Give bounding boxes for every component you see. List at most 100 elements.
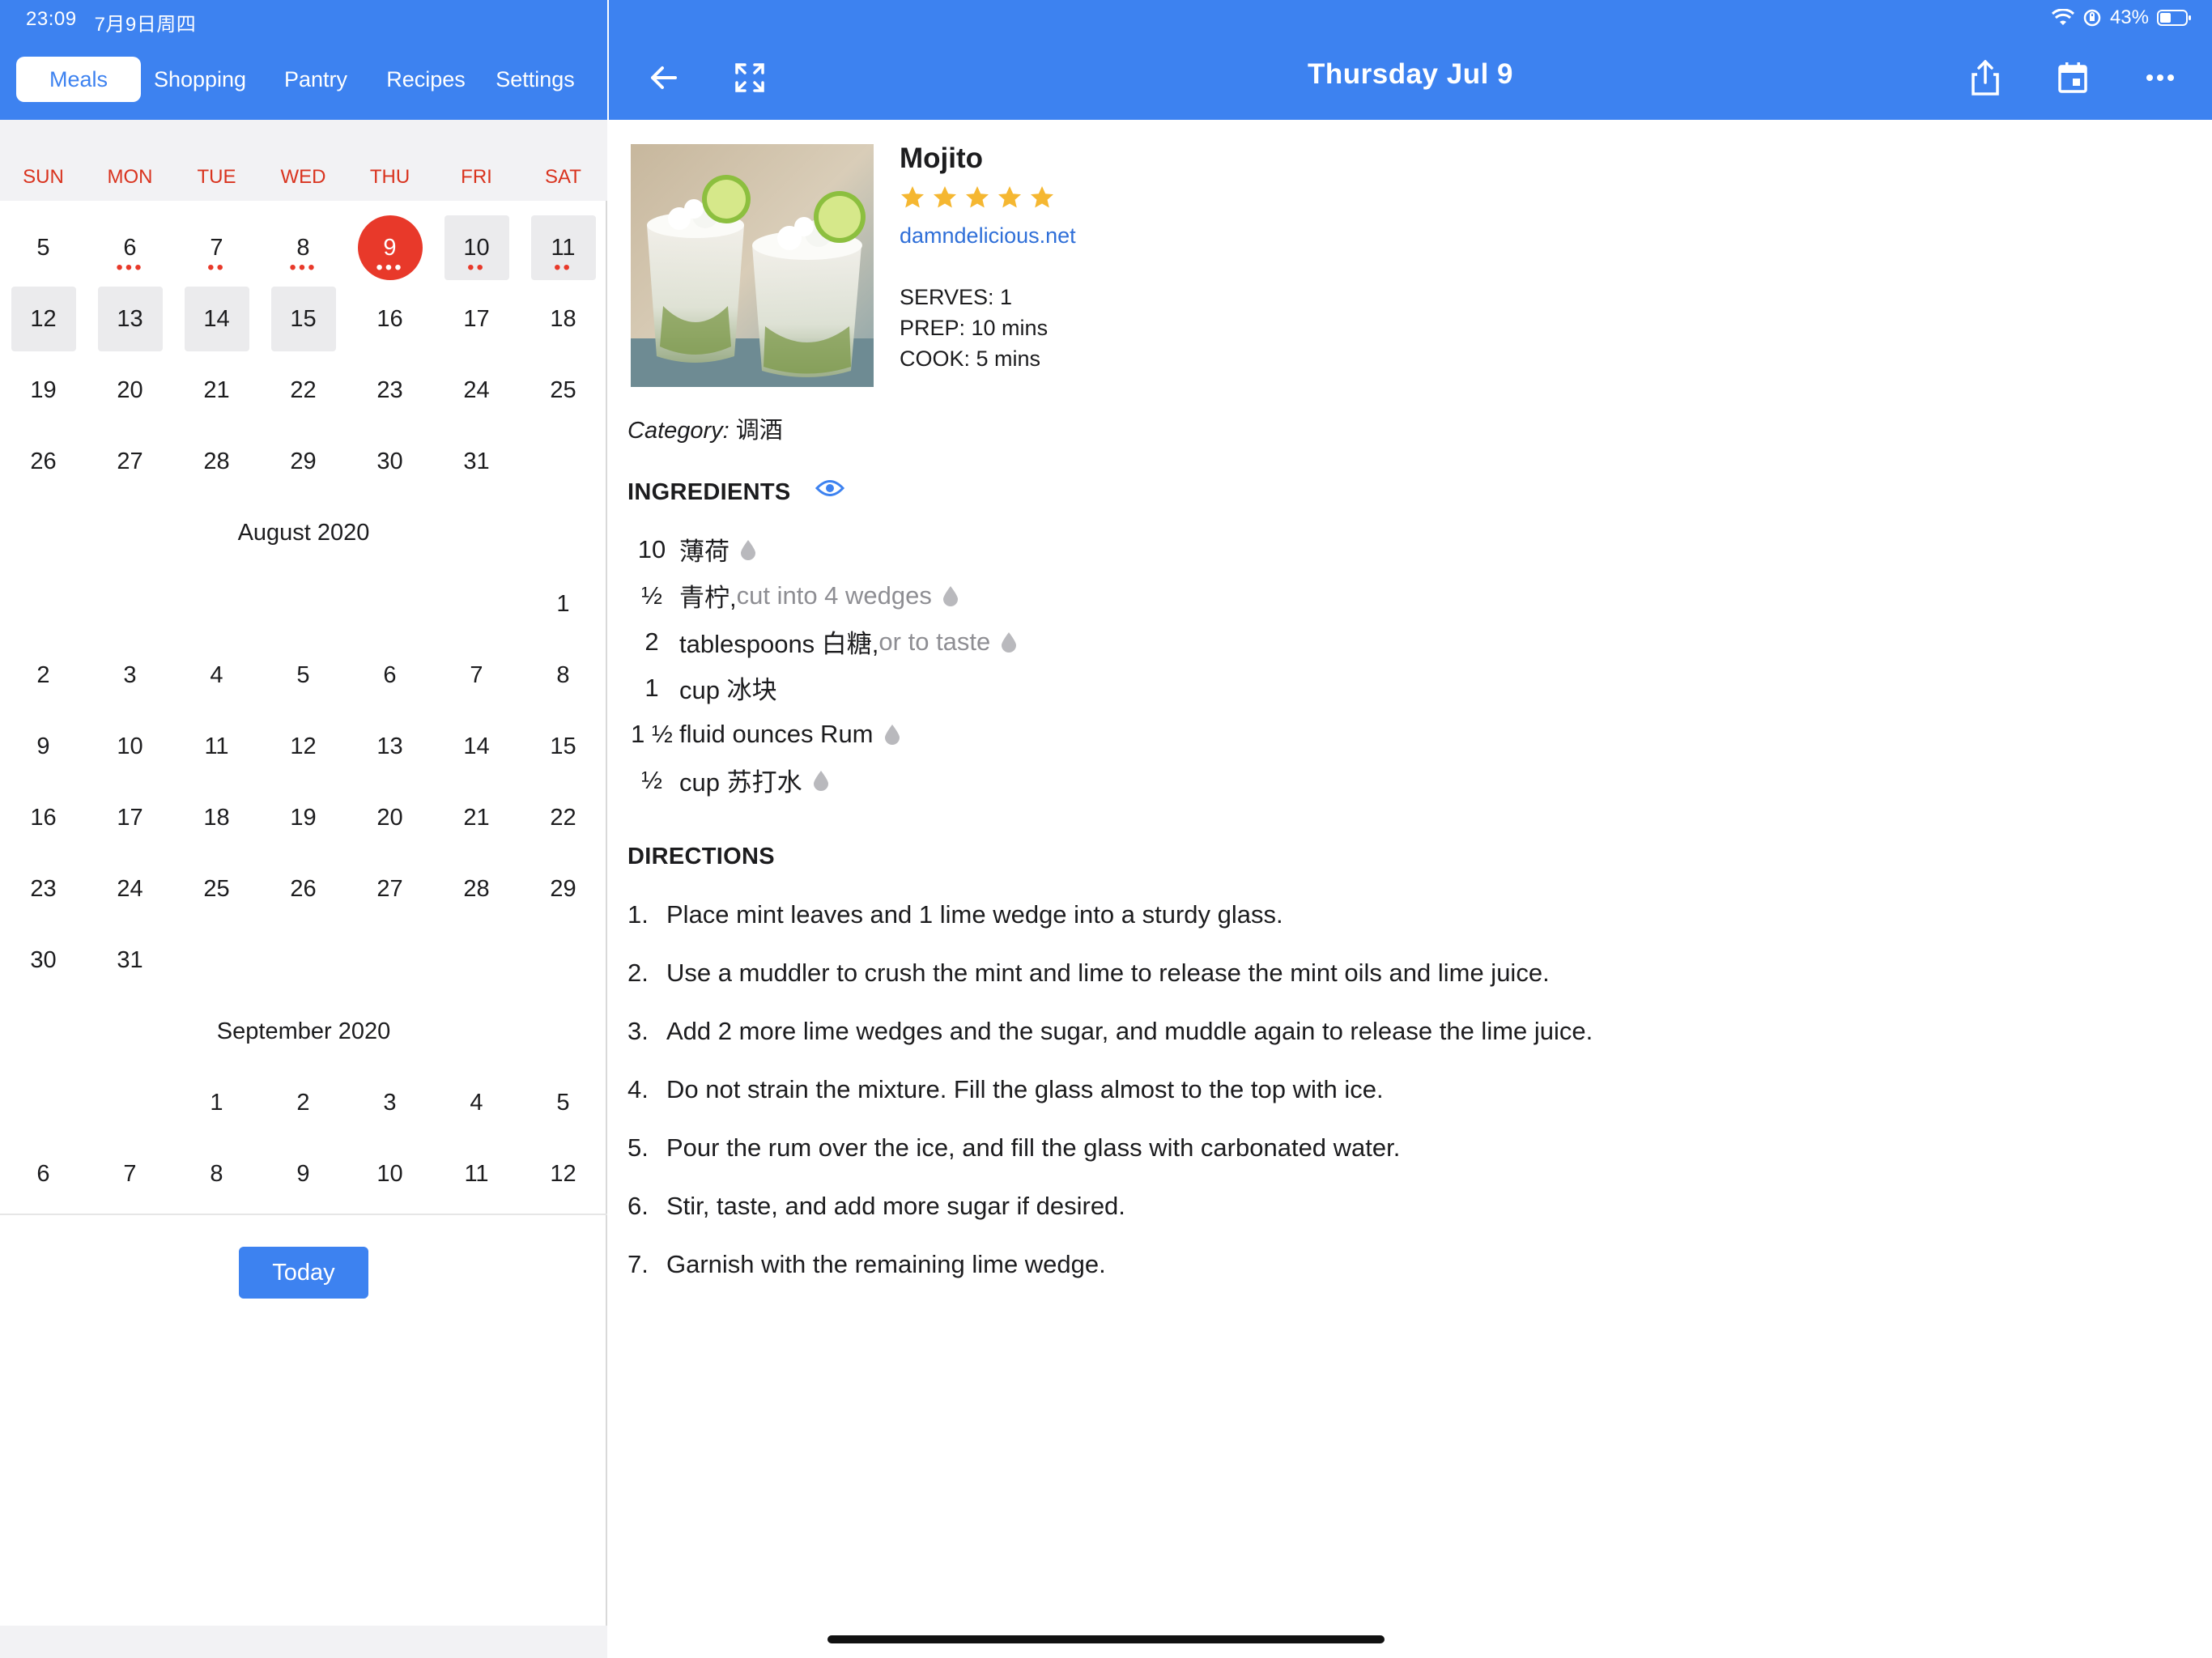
- day-cell[interactable]: 14: [433, 711, 520, 782]
- direction-step: 2. Use a muddler to crush the mint and li…: [627, 944, 2166, 1002]
- day-cell[interactable]: 28: [433, 853, 520, 925]
- ingredient-row[interactable]: 10 薄荷: [627, 526, 1018, 572]
- day-cell[interactable]: 19: [0, 355, 87, 426]
- tab-shopping[interactable]: Shopping: [141, 57, 259, 102]
- day-cell[interactable]: 27: [87, 426, 173, 497]
- day-cell[interactable]: 20: [87, 355, 173, 426]
- day-cell[interactable]: 27: [347, 853, 433, 925]
- day-cell[interactable]: 9: [0, 711, 87, 782]
- day-cell[interactable]: 19: [260, 782, 347, 853]
- day-cell[interactable]: 21: [433, 782, 520, 853]
- day-cell[interactable]: 4: [433, 1067, 520, 1138]
- day-cell[interactable]: 20: [347, 782, 433, 853]
- today-button[interactable]: Today: [239, 1247, 368, 1299]
- day-cell[interactable]: 30: [347, 426, 433, 497]
- day-cell[interactable]: 11: [173, 711, 260, 782]
- calendar-icon[interactable]: [2050, 55, 2095, 100]
- pantry-drop-icon[interactable]: [739, 538, 757, 561]
- star-icon: [934, 186, 956, 208]
- day-cell[interactable]: 4: [173, 640, 260, 711]
- direction-step: 3. Add 2 more lime wedges and the sugar, …: [627, 1002, 2166, 1061]
- day-cell[interactable]: 22: [260, 355, 347, 426]
- day-cell[interactable]: 3: [347, 1067, 433, 1138]
- day-cell[interactable]: 7: [433, 640, 520, 711]
- ingredient-row[interactable]: ½ cup 苏打水: [627, 757, 1018, 803]
- day-cell[interactable]: 24: [433, 355, 520, 426]
- day-cell[interactable]: 22: [520, 782, 606, 853]
- day-cell[interactable]: 8: [173, 1138, 260, 1209]
- day-cell[interactable]: 17: [87, 782, 173, 853]
- day-cell[interactable]: 11 ••: [520, 212, 606, 283]
- day-cell[interactable]: 29: [260, 426, 347, 497]
- pantry-drop-icon[interactable]: [812, 769, 830, 792]
- day-cell[interactable]: 3: [87, 640, 173, 711]
- day-cell[interactable]: 6: [0, 1138, 87, 1209]
- day-cell[interactable]: 5: [520, 1067, 606, 1138]
- day-cell[interactable]: 13: [87, 283, 173, 355]
- day-cell[interactable]: 2: [260, 1067, 347, 1138]
- day-cell[interactable]: 31: [87, 925, 173, 996]
- day-cell[interactable]: 26: [0, 426, 87, 497]
- day-cell[interactable]: 11: [433, 1138, 520, 1209]
- ingredient-qty: ½: [641, 765, 662, 794]
- day-cell[interactable]: 7 ••: [173, 212, 260, 283]
- ingredient-row[interactable]: 1 ½ fluid ounces Rum: [627, 711, 1018, 757]
- day-cell[interactable]: 17: [433, 283, 520, 355]
- day-cell[interactable]: 8: [520, 640, 606, 711]
- tab-settings[interactable]: Settings: [479, 57, 591, 102]
- day-cell[interactable]: 23: [347, 355, 433, 426]
- day-cell[interactable]: 12: [0, 283, 87, 355]
- day-cell[interactable]: 10: [87, 711, 173, 782]
- eye-icon[interactable]: [815, 478, 845, 503]
- day-cell[interactable]: 5: [260, 640, 347, 711]
- day-cell[interactable]: 23: [0, 853, 87, 925]
- day-cell[interactable]: 29: [520, 853, 606, 925]
- day-cell[interactable]: 5: [0, 212, 87, 283]
- day-cell[interactable]: 6 •••: [87, 212, 173, 283]
- tab-pantry[interactable]: Pantry: [259, 57, 372, 102]
- day-cell[interactable]: 12: [520, 1138, 606, 1209]
- ingredient-row[interactable]: 1 cup 冰块: [627, 665, 1018, 711]
- day-cell[interactable]: 8 •••: [260, 212, 347, 283]
- home-indicator[interactable]: [827, 1635, 1385, 1643]
- day-cell[interactable]: 25: [520, 355, 606, 426]
- day-cell[interactable]: 31: [433, 426, 520, 497]
- ingredient-row[interactable]: 2 tablespoons 白糖, or to taste: [627, 619, 1018, 665]
- day-cell[interactable]: 2: [0, 640, 87, 711]
- day-cell[interactable]: 9: [260, 1138, 347, 1209]
- day-cell[interactable]: 30: [0, 925, 87, 996]
- day-cell[interactable]: 10 ••: [433, 212, 520, 283]
- share-icon[interactable]: [1963, 55, 2008, 100]
- day-cell[interactable]: 7: [87, 1138, 173, 1209]
- day-cell-today[interactable]: 9 •••: [347, 212, 433, 283]
- day-cell[interactable]: 6: [347, 640, 433, 711]
- pantry-drop-icon[interactable]: [883, 723, 901, 746]
- day-cell[interactable]: 12: [260, 711, 347, 782]
- day-cell[interactable]: 14: [173, 283, 260, 355]
- more-icon[interactable]: [2138, 55, 2183, 100]
- day-cell[interactable]: 16: [347, 283, 433, 355]
- day-cell[interactable]: 1: [173, 1067, 260, 1138]
- day-cell[interactable]: 24: [87, 853, 173, 925]
- rating-stars[interactable]: [900, 185, 1055, 210]
- day-cell[interactable]: 16: [0, 782, 87, 853]
- step-number: 1.: [627, 900, 649, 929]
- direction-step: 6. Stir, taste, and add more sugar if des…: [627, 1177, 2166, 1235]
- tab-recipes[interactable]: Recipes: [372, 57, 479, 102]
- day-cell[interactable]: 25: [173, 853, 260, 925]
- day-cell[interactable]: 21: [173, 355, 260, 426]
- day-cell[interactable]: 1: [520, 568, 606, 640]
- day-cell[interactable]: 28: [173, 426, 260, 497]
- day-cell[interactable]: 13: [347, 711, 433, 782]
- pantry-drop-icon[interactable]: [1000, 631, 1018, 653]
- pantry-drop-icon[interactable]: [942, 585, 959, 607]
- day-cell[interactable]: 18: [173, 782, 260, 853]
- day-cell[interactable]: 15: [260, 283, 347, 355]
- day-cell[interactable]: 26: [260, 853, 347, 925]
- tab-meals[interactable]: Meals: [16, 57, 141, 102]
- recipe-source-link[interactable]: damndelicious.net: [900, 223, 1076, 249]
- day-cell[interactable]: 18: [520, 283, 606, 355]
- ingredient-row[interactable]: ½ 青柠, cut into 4 wedges: [627, 572, 1018, 619]
- day-cell[interactable]: 15: [520, 711, 606, 782]
- day-cell[interactable]: 10: [347, 1138, 433, 1209]
